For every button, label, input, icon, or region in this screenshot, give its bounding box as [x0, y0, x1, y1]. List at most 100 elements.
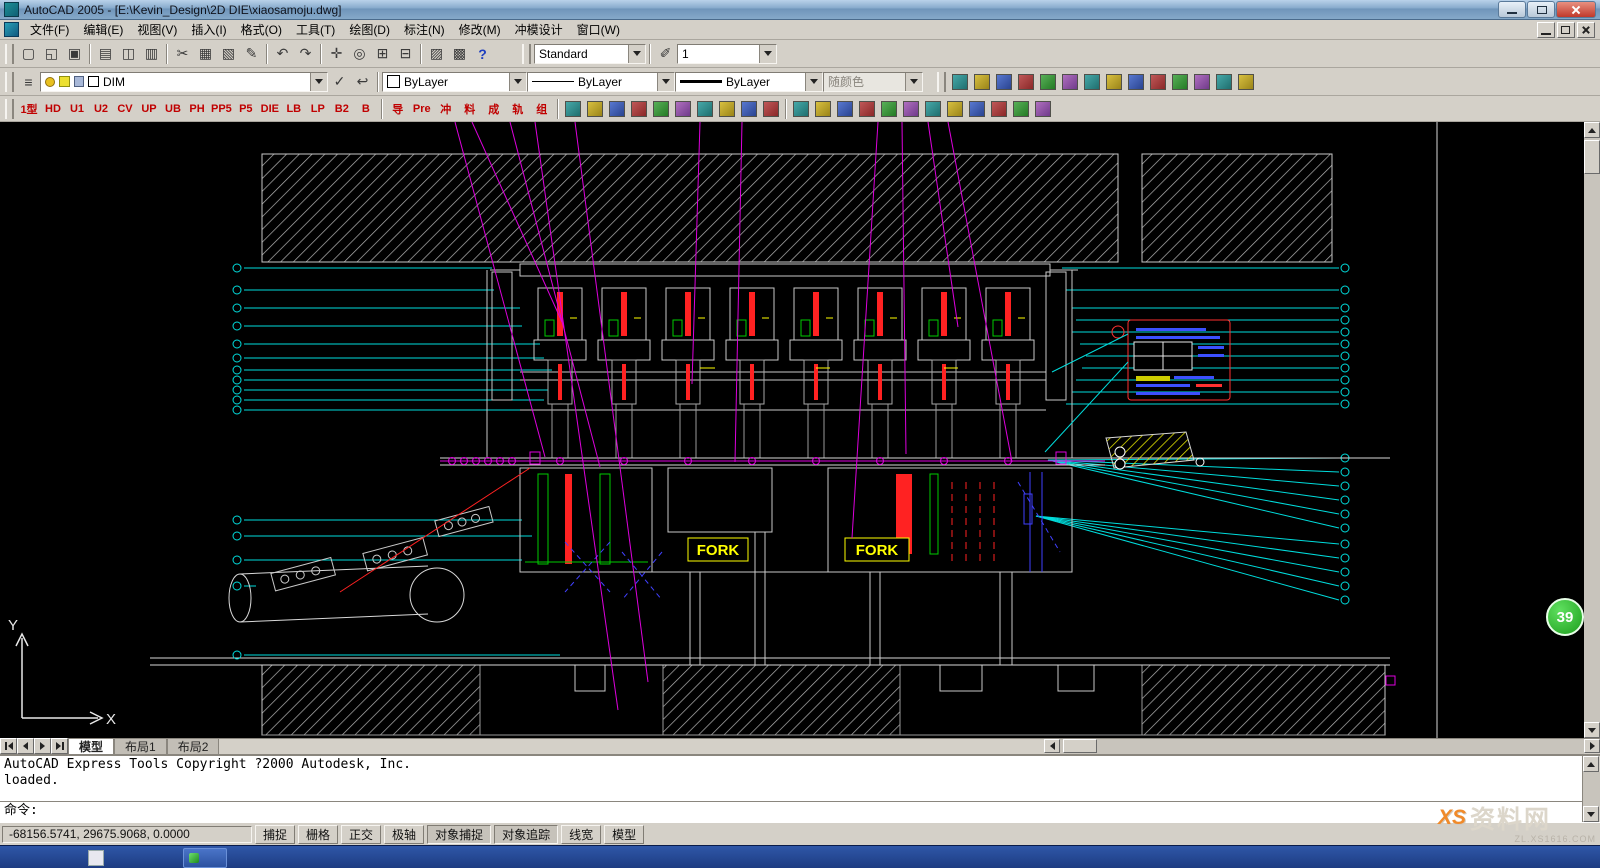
custom-tool-icon[interactable]: [834, 98, 856, 120]
publish-button[interactable]: ▥: [140, 42, 163, 65]
menu-edit[interactable]: 编辑(E): [76, 19, 130, 40]
tab-prev-button[interactable]: [17, 738, 34, 754]
custom-tool-icon[interactable]: [856, 98, 878, 120]
toolbar-grip[interactable]: [5, 44, 14, 64]
tab-model[interactable]: 模型: [68, 738, 114, 754]
custom-tool-icon[interactable]: [628, 98, 650, 120]
toolbar-grip[interactable]: [5, 72, 14, 92]
toggle-polar[interactable]: 极轴: [384, 825, 424, 844]
toggle-lineweight[interactable]: 线宽: [561, 825, 601, 844]
drawing-canvas[interactable]: FORK FORK: [0, 122, 1584, 738]
color-combo[interactable]: ByLayer: [382, 72, 527, 92]
layer-combo[interactable]: DIM: [40, 72, 328, 92]
custom-tool-icon[interactable]: [650, 98, 672, 120]
custom-tool-icon[interactable]: [922, 98, 944, 120]
horizontal-scrollbar[interactable]: [1044, 738, 1600, 754]
die-tool-button[interactable]: LB: [282, 99, 306, 119]
tab-last-button[interactable]: [51, 738, 68, 754]
custom-tool-icon[interactable]: [1147, 71, 1169, 93]
custom-tool-icon[interactable]: [562, 98, 584, 120]
custom-tool-icon[interactable]: [988, 98, 1010, 120]
redo-button[interactable]: ↷: [294, 42, 317, 65]
match-properties-button[interactable]: ✎: [240, 42, 263, 65]
chevron-down-icon[interactable]: [628, 45, 645, 63]
die-tool-button[interactable]: 轨: [506, 99, 530, 119]
toolbar-grip[interactable]: [5, 99, 14, 119]
custom-tool-icon[interactable]: [1169, 71, 1191, 93]
document-icon[interactable]: [4, 22, 19, 37]
scroll-up-icon[interactable]: [1584, 122, 1600, 138]
custom-tool-icon[interactable]: [812, 98, 834, 120]
custom-tool-icon[interactable]: [966, 98, 988, 120]
toggle-otrack[interactable]: 对象追踪: [494, 825, 558, 844]
open-button[interactable]: ◱: [40, 42, 63, 65]
pan-button[interactable]: ✛: [325, 42, 348, 65]
zoom-window-button[interactable]: ⊞: [371, 42, 394, 65]
lineweight-combo[interactable]: ByLayer: [675, 72, 823, 92]
custom-tool-icon[interactable]: [1213, 71, 1235, 93]
mdi-close-button[interactable]: [1577, 22, 1595, 38]
custom-tool-icon[interactable]: [1125, 71, 1147, 93]
die-tool-button[interactable]: Pre: [410, 99, 434, 119]
paste-button[interactable]: ▧: [217, 42, 240, 65]
custom-tool-icon[interactable]: [716, 98, 738, 120]
copy-button[interactable]: ▦: [194, 42, 217, 65]
properties-button[interactable]: ▨: [425, 42, 448, 65]
custom-tool-icon[interactable]: [738, 98, 760, 120]
custom-tool-icon[interactable]: [1191, 71, 1213, 93]
custom-tool-icon[interactable]: [1010, 98, 1032, 120]
menu-dimension[interactable]: 标注(N): [397, 19, 452, 40]
custom-tool-icon[interactable]: [1037, 71, 1059, 93]
menu-die-design[interactable]: 冲模设计: [508, 19, 570, 40]
chevron-down-icon[interactable]: [759, 45, 776, 63]
toggle-grid[interactable]: 栅格: [298, 825, 338, 844]
scroll-down-icon[interactable]: [1584, 722, 1600, 738]
menu-window[interactable]: 窗口(W): [570, 19, 627, 40]
custom-tool-icon[interactable]: [606, 98, 628, 120]
die-tool-button[interactable]: B: [354, 99, 378, 119]
custom-tool-icon[interactable]: [672, 98, 694, 120]
undo-button[interactable]: ↶: [271, 42, 294, 65]
custom-tool-icon[interactable]: [584, 98, 606, 120]
die-tool-button[interactable]: 料: [458, 99, 482, 119]
custom-tool-icon[interactable]: [790, 98, 812, 120]
die-tool-button[interactable]: U2: [89, 99, 113, 119]
menu-view[interactable]: 视图(V): [130, 19, 184, 40]
die-tool-button[interactable]: U1: [65, 99, 89, 119]
make-object-layer-current-button[interactable]: ✓: [328, 70, 351, 93]
toggle-snap[interactable]: 捕捉: [255, 825, 295, 844]
die-tool-button[interactable]: UP: [137, 99, 161, 119]
custom-tool-icon[interactable]: [760, 98, 782, 120]
custom-tool-icon[interactable]: [1103, 71, 1125, 93]
restore-button[interactable]: [1527, 1, 1555, 18]
custom-tool-icon[interactable]: [900, 98, 922, 120]
die-tool-button[interactable]: B2: [330, 99, 354, 119]
text-style-combo[interactable]: Standard: [534, 44, 646, 64]
cut-button[interactable]: ✂: [171, 42, 194, 65]
custom-tool-icon[interactable]: [1235, 71, 1257, 93]
vertical-scroll-thumb[interactable]: [1584, 140, 1600, 174]
die-tool-button[interactable]: 组: [530, 99, 554, 119]
zoom-realtime-button[interactable]: ◎: [348, 42, 371, 65]
horizontal-scroll-thumb[interactable]: [1063, 739, 1097, 753]
toolbar-grip[interactable]: [522, 44, 531, 64]
die-tool-button[interactable]: 成: [482, 99, 506, 119]
dim-style-icon[interactable]: ✐: [654, 42, 677, 65]
command-text-area[interactable]: AutoCAD Express Tools Copyright ?2000 Au…: [0, 756, 1582, 822]
chevron-down-icon[interactable]: [805, 73, 822, 91]
menu-tools[interactable]: 工具(T): [289, 19, 342, 40]
custom-tool-icon[interactable]: [949, 71, 971, 93]
save-button[interactable]: ▣: [63, 42, 86, 65]
linetype-combo[interactable]: ByLayer: [527, 72, 675, 92]
chevron-down-icon[interactable]: [657, 73, 674, 91]
chevron-down-icon[interactable]: [509, 73, 526, 91]
custom-tool-icon[interactable]: [971, 71, 993, 93]
help-button[interactable]: ?: [471, 42, 494, 65]
vertical-scrollbar[interactable]: [1584, 122, 1600, 738]
plot-preview-button[interactable]: ◫: [117, 42, 140, 65]
chevron-down-icon[interactable]: [310, 73, 327, 91]
menu-format[interactable]: 格式(O): [234, 19, 289, 40]
menu-modify[interactable]: 修改(M): [452, 19, 508, 40]
toggle-osnap[interactable]: 对象捕捉: [427, 825, 491, 844]
minimize-button[interactable]: [1498, 1, 1526, 18]
